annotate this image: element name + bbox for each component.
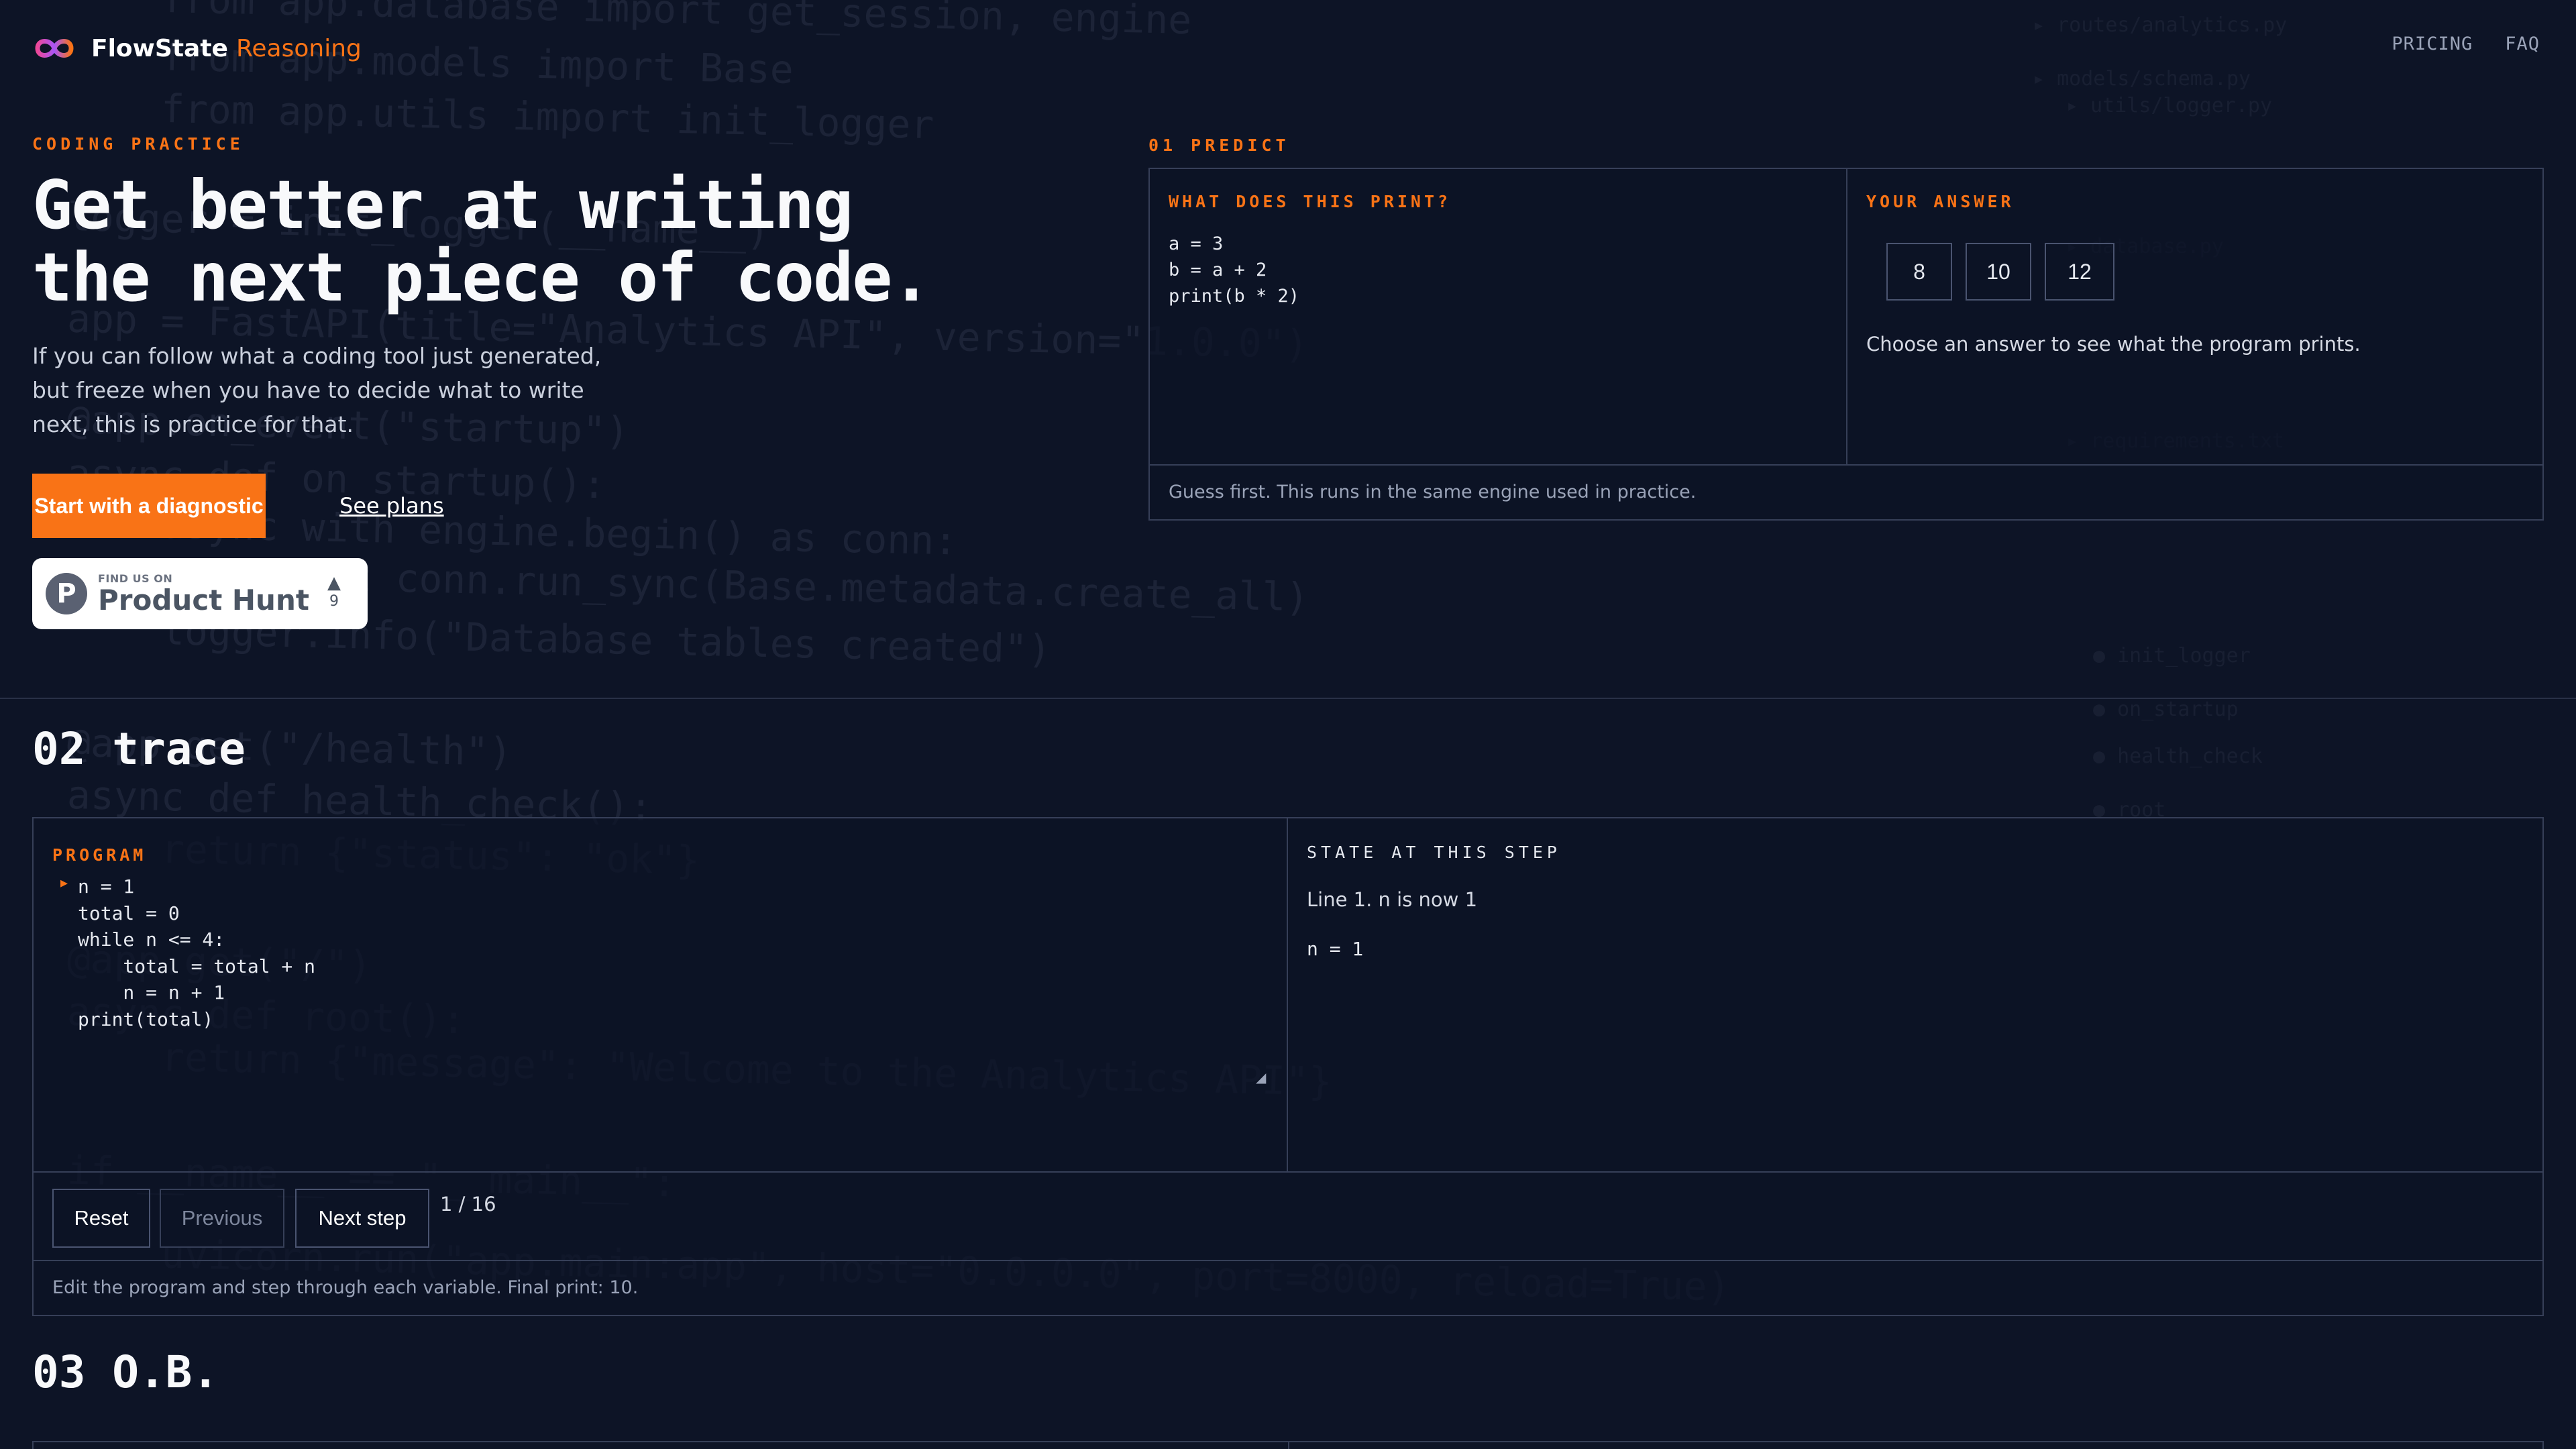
program-pane: PROGRAM ▸ n = 1 total = 0 while n <= 4: …: [34, 818, 1288, 1171]
start-diagnostic-button[interactable]: Start with a diagnostic: [32, 474, 266, 538]
resize-grip-icon[interactable]: ◢: [1256, 1071, 1269, 1084]
answer-option-8[interactable]: 8: [1886, 243, 1952, 301]
hero-eyebrow: CODING PRACTICE: [32, 134, 244, 154]
section-divider: [0, 698, 2576, 699]
program-label: PROGRAM: [52, 845, 147, 865]
product-hunt-badge[interactable]: P FIND US ON Product Hunt ▲ 9: [32, 558, 368, 629]
hero-description: If you can follow what a coding tool jus…: [32, 343, 602, 437]
ob-panel: [32, 1441, 2544, 1449]
trace-section-title: 02 trace: [32, 723, 246, 775]
predict-code: a = 3 b = a + 2 print(b * 2): [1169, 233, 1300, 307]
ob-section-title: 03 O.B.: [32, 1346, 219, 1398]
answer-option-10[interactable]: 10: [1966, 243, 2031, 301]
hero-title-line-1: Get better at writing: [32, 166, 853, 244]
next-step-button[interactable]: Next step: [295, 1189, 429, 1248]
answer-label: YOUR ANSWER: [1866, 192, 2015, 211]
nav-faq-link[interactable]: FAQ: [2505, 34, 2540, 54]
product-hunt-votes: ▲ 9: [327, 573, 341, 610]
nav-pricing-link[interactable]: PRICING: [2392, 34, 2473, 54]
product-hunt-logo-icon: P: [46, 573, 87, 614]
predict-question-pane: WHAT DOES THIS PRINT? a = 3 b = a + 2 pr…: [1150, 169, 1847, 464]
triangle-up-icon: ▲: [327, 573, 341, 593]
top-nav: PRICING FAQ: [2392, 34, 2540, 54]
predict-section-label: 01 PREDICT: [1148, 136, 1290, 155]
state-pane: STATE AT THIS STEP Line 1. n is now 1 n …: [1288, 818, 2542, 1171]
brand-accent[interactable]: Reasoning: [236, 35, 362, 62]
question-label: WHAT DOES THIS PRINT?: [1169, 192, 1452, 211]
product-hunt-small-text: FIND US ON: [98, 572, 173, 585]
product-hunt-name: Product Hunt: [98, 583, 309, 616]
step-counter: 1 / 16: [440, 1193, 496, 1216]
state-description: Line 1. n is now 1: [1307, 888, 1478, 911]
site-header: FlowState Reasoning: [32, 27, 362, 70]
state-label: STATE AT THIS STEP: [1307, 843, 1561, 862]
previous-button[interactable]: Previous: [160, 1189, 284, 1248]
answer-options: 8 10 12: [1886, 243, 2114, 301]
program-editor[interactable]: n = 1 total = 0 while n <= 4: total = to…: [78, 873, 315, 1032]
infinity-logo-icon[interactable]: [32, 31, 76, 66]
ob-panel-divider: [1288, 1442, 1289, 1449]
answer-hint: Choose an answer to see what the program…: [1866, 333, 2361, 356]
vote-count: 9: [329, 593, 339, 610]
trace-controls: Reset Previous Next step 1 / 16: [34, 1171, 2542, 1260]
trace-panel: PROGRAM ▸ n = 1 total = 0 while n <= 4: …: [32, 817, 2544, 1316]
predict-panel: WHAT DOES THIS PRINT? a = 3 b = a + 2 pr…: [1148, 168, 2544, 521]
trace-footer: Edit the program and step through each v…: [34, 1260, 2542, 1315]
state-variables: n = 1: [1307, 938, 1364, 960]
see-plans-link[interactable]: See plans: [339, 493, 444, 519]
brand-name[interactable]: FlowState: [91, 35, 228, 62]
predict-answer-pane: YOUR ANSWER 8 10 12 Choose an answer to …: [1847, 169, 2542, 464]
answer-option-12[interactable]: 12: [2045, 243, 2114, 301]
reset-button[interactable]: Reset: [52, 1189, 150, 1248]
predict-footer: Guess first. This runs in the same engin…: [1150, 464, 2542, 519]
hero-title-line-2: the next piece of code.: [32, 238, 932, 317]
hero-title: Get better at writing the next piece of …: [32, 169, 1038, 314]
current-line-marker-icon: ▸: [60, 875, 68, 892]
